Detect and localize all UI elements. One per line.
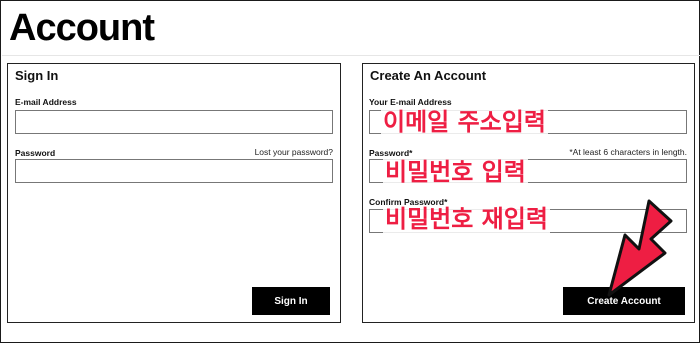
sign-in-panel: Sign In E-mail Address Password Lost you… <box>7 63 341 323</box>
create-account-heading: Create An Account <box>370 68 487 83</box>
password-annotation: 비밀번호 입력 <box>383 158 528 186</box>
create-password-label: Password* <box>369 148 413 158</box>
pointing-arrow-icon <box>607 199 673 297</box>
sign-in-heading: Sign In <box>15 68 59 83</box>
sign-in-password-label: Password <box>15 148 56 158</box>
email-annotation: 이메일 주소입력 <box>381 108 548 136</box>
sign-in-password-field[interactable] <box>15 159 333 183</box>
page-frame: Account Sign In E-mail Address Password … <box>0 0 700 343</box>
sign-in-email-field[interactable] <box>15 110 333 134</box>
sign-in-button[interactable]: Sign In <box>252 287 330 315</box>
create-email-label: Your E-mail Address <box>369 97 452 107</box>
password-length-hint: *At least 6 characters in length. <box>569 147 687 157</box>
confirm-password-annotation: 비밀번호 재입력 <box>383 205 550 233</box>
lost-password-link[interactable]: Lost your password? <box>255 147 333 157</box>
page-title: Account <box>9 7 155 49</box>
title-divider <box>2 55 700 56</box>
sign-in-email-label: E-mail Address <box>15 97 77 107</box>
